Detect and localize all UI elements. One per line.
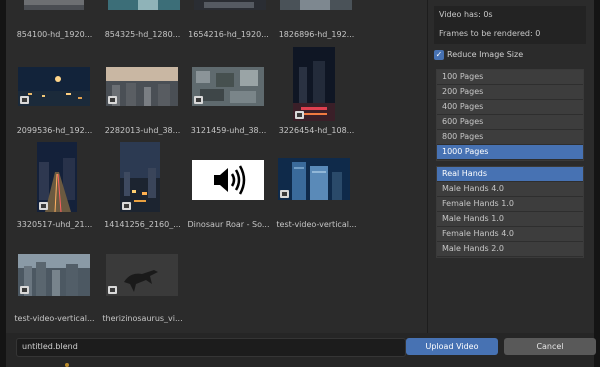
video-thumbnail: [106, 254, 178, 296]
pages-option[interactable]: 200 Pages: [437, 85, 583, 100]
video-thumbnail: [24, 0, 84, 10]
window-frame-right: [594, 0, 600, 367]
video-type-icon: [20, 96, 29, 104]
filename-value: untitled.blend: [22, 342, 78, 351]
file-name: 1826896-hd_192...: [278, 30, 355, 39]
file-tile[interactable]: 3226454-hd_108...: [274, 44, 359, 135]
file-browser[interactable]: 854100-hd_1920... 854325-hd_1280... 1654…: [6, 0, 427, 333]
upload-video-button[interactable]: Upload Video: [406, 338, 498, 355]
video-thumbnail: [293, 47, 335, 121]
video-thumbnail: [106, 67, 178, 106]
hands-option[interactable]: Male Hands 2.0: [437, 242, 583, 257]
file-tile[interactable]: 2099536-hd_192...: [12, 62, 97, 146]
file-name: 3320517-uhd_21...: [16, 220, 93, 229]
file-tile[interactable]: 1654216-hd_1920...: [186, 0, 271, 39]
frames-text: Frames to be rendered: 0: [439, 29, 541, 38]
video-type-icon: [122, 202, 131, 210]
pages-option[interactable]: 400 Pages: [437, 100, 583, 115]
hands-list[interactable]: Real Hands Male Hands 4.0 Female Hands 1…: [436, 166, 584, 258]
video-type-icon: [194, 96, 203, 104]
file-name: 1654216-hd_1920...: [188, 30, 269, 39]
file-tile[interactable]: 1826896-hd_192...: [274, 0, 359, 39]
video-thumbnail: [192, 67, 264, 106]
video-thumbnail: [18, 67, 90, 106]
file-tile[interactable]: 3121459-uhd_38...: [186, 62, 271, 146]
speaker-icon: [214, 165, 246, 195]
file-tile[interactable]: 854325-hd_1280...: [100, 0, 185, 39]
video-thumbnail: [280, 0, 352, 10]
checkmark-icon[interactable]: ✓: [434, 50, 444, 60]
file-name: 2099536-hd_192...: [16, 126, 93, 135]
info-box: Video has: 0s Frames to be rendered: 0: [434, 6, 586, 44]
hands-option[interactable]: Female Hands 1.0: [437, 197, 583, 212]
file-tile[interactable]: 14141256_2160_...: [100, 140, 185, 229]
status-dot: [65, 363, 69, 367]
pages-option-selected[interactable]: 1000 Pages: [437, 145, 583, 160]
file-name: 2282013-uhd_38...: [104, 126, 181, 135]
file-name: 3121459-uhd_38...: [190, 126, 267, 135]
file-name: 3226454-hd_108...: [278, 126, 355, 135]
audio-thumbnail: [192, 160, 264, 200]
video-type-icon: [108, 96, 117, 104]
file-tile[interactable]: therizinosaurus_vi...: [100, 250, 185, 333]
cancel-button[interactable]: Cancel: [504, 338, 596, 355]
pages-list[interactable]: 100 Pages 200 Pages 400 Pages 600 Pages …: [436, 69, 584, 161]
video-thumbnail: [18, 254, 90, 296]
file-tile[interactable]: test-video-vertical...: [274, 140, 359, 229]
pages-option[interactable]: 100 Pages: [437, 70, 583, 85]
options-panel: Video has: 0s Frames to be rendered: 0 ✓…: [428, 0, 594, 333]
bottom-bar: untitled.blend Upload Video Cancel: [6, 333, 596, 367]
video-type-icon: [295, 111, 304, 119]
file-tile[interactable]: 3320517-uhd_21...: [12, 140, 97, 229]
file-name: 854100-hd_1920...: [16, 30, 93, 39]
checkbox-label: Reduce Image Size: [447, 50, 524, 59]
file-tile[interactable]: 854100-hd_1920...: [12, 0, 97, 39]
hands-option[interactable]: Female Hands 4.0: [437, 227, 583, 242]
filename-field[interactable]: untitled.blend: [16, 338, 406, 357]
hands-option-selected[interactable]: Real Hands: [437, 167, 583, 182]
file-tile[interactable]: 2282013-uhd_38...: [100, 62, 185, 146]
pages-option[interactable]: 800 Pages: [437, 130, 583, 145]
video-thumbnail: [120, 142, 160, 212]
video-thumbnail: [37, 142, 77, 212]
file-name: test-video-vertical...: [276, 220, 357, 229]
pages-option[interactable]: 600 Pages: [437, 115, 583, 130]
video-type-icon: [108, 286, 117, 294]
video-duration-text: Video has: 0s: [439, 10, 493, 19]
video-thumbnail: [194, 0, 266, 10]
video-type-icon: [20, 286, 29, 294]
hands-option[interactable]: Male Hands 4.0: [437, 182, 583, 197]
file-name: Dinosaur Roar - So...: [187, 220, 270, 229]
file-tile[interactable]: test-video-vertical...: [12, 250, 97, 333]
video-thumbnail: [278, 158, 350, 200]
file-name: 854325-hd_1280...: [104, 30, 181, 39]
video-type-icon: [280, 190, 289, 198]
video-thumbnail: [108, 0, 180, 10]
hands-option[interactable]: Male Hands 1.0: [437, 212, 583, 227]
video-type-icon: [39, 202, 48, 210]
file-tile[interactable]: Dinosaur Roar - So...: [186, 140, 271, 229]
file-name: 14141256_2160_...: [104, 220, 181, 229]
file-name: test-video-vertical...: [14, 314, 95, 323]
file-name: therizinosaurus_vi...: [102, 314, 183, 323]
